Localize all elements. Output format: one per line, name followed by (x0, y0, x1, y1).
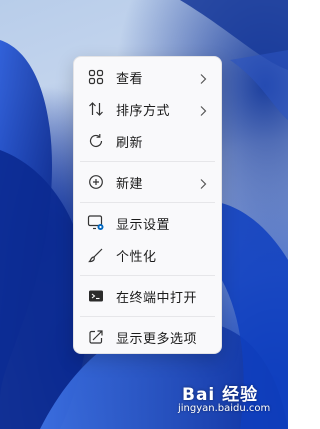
chevron-right-icon (199, 102, 207, 121)
menu-item-label: 显示更多选项 (116, 331, 198, 347)
menu-item-new[interactable]: 新建 (74, 166, 221, 198)
desktop-context-menu: 查看 排序方式 刷新 新建 显示设置 个性化 在终端中打开 显示更多选项 (73, 56, 222, 354)
display-settings-icon (87, 214, 105, 232)
baidu-jingyan-watermark: Bai 经验 jingyan.baidu.com (178, 376, 278, 422)
menu-item-personalize[interactable]: 个性化 (74, 239, 221, 271)
refresh-icon (87, 132, 105, 150)
watermark-logo: Bai 经验 (182, 385, 259, 405)
chevron-right-icon (199, 70, 207, 89)
terminal-icon (87, 287, 105, 305)
menu-item-label: 显示设置 (116, 217, 171, 233)
menu-separator (80, 316, 215, 317)
menu-item-show-more-options[interactable]: 显示更多选项 (74, 321, 221, 353)
open-external-icon (87, 328, 105, 346)
menu-item-sort-by[interactable]: 排序方式 (74, 93, 221, 125)
menu-item-refresh[interactable]: 刷新 (74, 125, 221, 157)
menu-item-label: 个性化 (116, 249, 157, 265)
grid-icon (87, 68, 105, 86)
menu-separator (80, 275, 215, 276)
chevron-right-icon (199, 175, 207, 194)
sort-icon (87, 100, 105, 118)
watermark-url: jingyan.baidu.com (178, 403, 271, 414)
menu-separator (80, 161, 215, 162)
menu-item-label: 排序方式 (116, 103, 171, 119)
menu-item-label: 查看 (116, 71, 144, 87)
menu-item-label: 新建 (116, 176, 144, 192)
menu-separator (80, 202, 215, 203)
menu-item-view[interactable]: 查看 (74, 61, 221, 93)
menu-item-display-settings[interactable]: 显示设置 (74, 207, 221, 239)
menu-item-open-in-terminal[interactable]: 在终端中打开 (74, 280, 221, 312)
add-circle-icon (87, 173, 105, 191)
brush-icon (87, 246, 105, 264)
menu-item-label: 在终端中打开 (116, 290, 198, 306)
menu-item-label: 刷新 (116, 135, 144, 151)
